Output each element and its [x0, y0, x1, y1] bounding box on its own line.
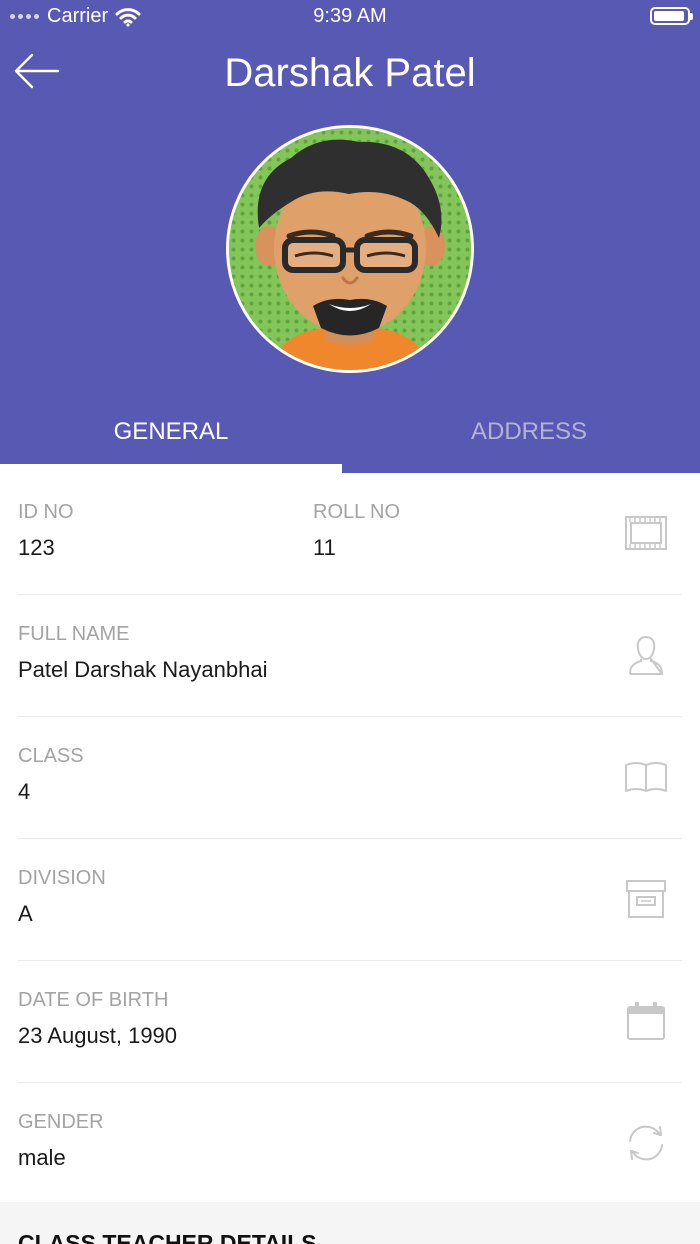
dob-value: 23 August, 1990	[18, 1023, 178, 1048]
film-strip-icon	[625, 516, 667, 550]
roll-no-value: 11	[313, 535, 336, 560]
tab-address[interactable]: ADDRESS	[358, 400, 700, 473]
avatar-illustration	[229, 128, 471, 370]
id-no-label: ID NO	[18, 501, 74, 523]
id-no-value: 123	[18, 535, 55, 560]
page-title: Darshak Patel	[224, 51, 476, 95]
battery-icon	[650, 7, 693, 25]
division-label: DIVISION	[18, 867, 106, 889]
division-value: A	[18, 901, 33, 926]
active-tab-indicator	[0, 464, 342, 473]
book-icon	[625, 762, 667, 792]
refresh-icon	[629, 1125, 663, 1161]
dob-row: DATE OF BIRTH 23 August, 1990	[18, 961, 682, 1083]
gender-label: GENDER	[18, 1111, 104, 1133]
status-bar: Carrier 9:39 AM	[0, 0, 700, 34]
full-name-value: Patel Darshak Nayanbhai	[18, 657, 268, 682]
class-teacher-section: CLASS TEACHER DETAILS	[0, 1202, 700, 1244]
person-icon	[629, 635, 663, 675]
archive-box-icon	[626, 880, 666, 918]
avatar[interactable]	[226, 125, 474, 373]
tab-general[interactable]: GENERAL	[0, 400, 342, 473]
section-title: CLASS TEACHER DETAILS	[18, 1230, 317, 1244]
profile-tabs: GENERAL ADDRESS	[0, 400, 700, 473]
gender-row: GENDER male	[18, 1083, 682, 1205]
general-details: ID NO 123 ROLL NO 11 FULL NAME Patel Dar…	[0, 473, 700, 1205]
class-row: CLASS 4	[18, 717, 682, 839]
calendar-icon	[627, 1002, 665, 1040]
dob-label: DATE OF BIRTH	[18, 989, 169, 1011]
class-value: 4	[18, 779, 31, 804]
roll-no-label: ROLL NO	[313, 501, 401, 523]
status-time: 9:39 AM	[313, 5, 387, 27]
full-name-row: FULL NAME Patel Darshak Nayanbhai	[18, 595, 682, 717]
class-label: CLASS	[18, 745, 84, 767]
division-row: DIVISION A	[18, 839, 682, 961]
gender-value: male	[18, 1145, 66, 1170]
profile-header: Carrier 9:39 AM Darshak Patel GENERAL AD…	[0, 0, 700, 473]
id-roll-row: ID NO 123 ROLL NO 11	[18, 473, 682, 595]
full-name-label: FULL NAME	[18, 623, 130, 645]
